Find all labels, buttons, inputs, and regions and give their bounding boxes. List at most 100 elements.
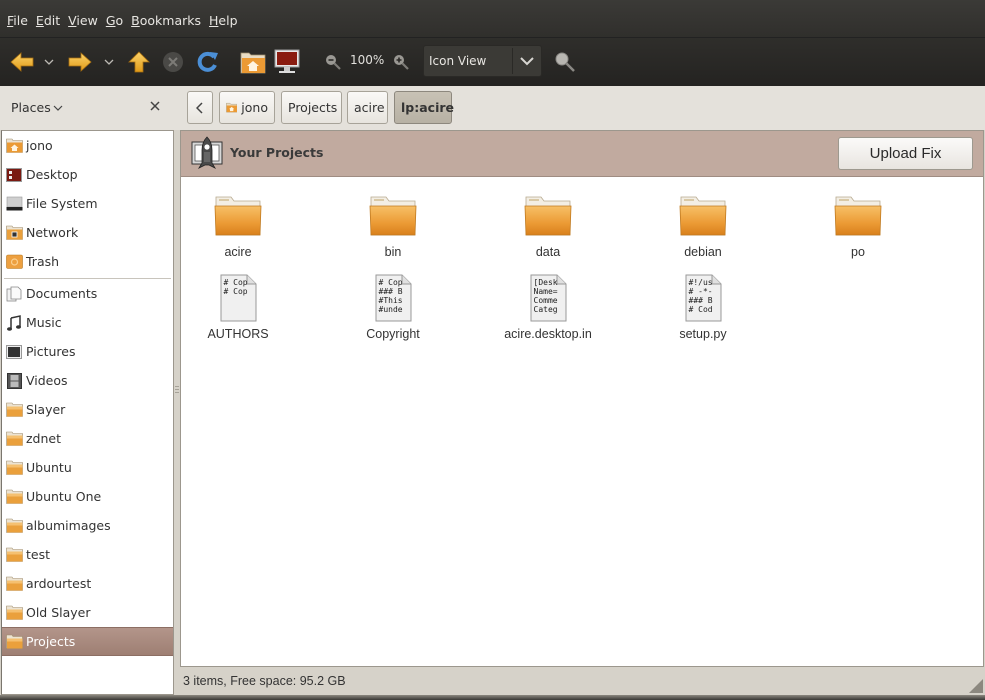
file-item[interactable]: #!/us # -*- ### B # Cod setup.py — [628, 274, 778, 341]
pane-resize-handle[interactable] — [175, 386, 179, 396]
breadcrumb-jono[interactable]: jono — [219, 91, 275, 124]
sidebar-item-projects[interactable]: Projects — [2, 627, 173, 656]
sidebar-item-trash[interactable]: Trash — [2, 247, 173, 276]
sidebar-header: Places — [0, 86, 178, 130]
folder-icon — [524, 195, 572, 240]
view-mode-select[interactable]: Icon View — [423, 45, 542, 77]
menu-go[interactable]: Go — [106, 13, 123, 28]
status-text: 3 items, Free space: 95.2 GB — [183, 674, 346, 688]
up-arrow-icon — [128, 51, 150, 73]
sidebar-item-slayer[interactable]: Slayer — [2, 395, 173, 424]
sidebar-item-ardourtest[interactable]: ardourtest — [2, 569, 173, 598]
sidebar-item-documents[interactable]: Documents — [2, 279, 173, 308]
sidebar-item-test[interactable]: test — [2, 540, 173, 569]
sidebar-item-label: File System — [26, 196, 98, 211]
sidebar-item-network[interactable]: Network — [2, 218, 173, 247]
sidebar-item-ubuntu[interactable]: Ubuntu — [2, 453, 173, 482]
zoom-out-icon — [326, 55, 341, 70]
file-item[interactable]: # Cop # Cop AUTHORS — [163, 274, 313, 341]
home-folder-icon — [240, 52, 266, 74]
breadcrumb: jono Projects acire lp:acire — [178, 86, 985, 130]
sidebar-item-music[interactable]: Music — [2, 308, 173, 337]
folder-item[interactable]: debian — [628, 195, 778, 259]
forward-button[interactable] — [66, 38, 94, 86]
sidebar-item-file-system[interactable]: File System — [2, 189, 173, 218]
folder-icon — [5, 546, 23, 564]
sidebar-item-label: ardourtest — [26, 576, 92, 591]
zoom-in-icon — [394, 55, 409, 70]
breadcrumb-projects[interactable]: Projects — [281, 91, 342, 124]
reload-button[interactable] — [195, 38, 221, 86]
sidebar-item-videos[interactable]: Videos — [2, 366, 173, 395]
sidebar-item-label: Projects — [26, 634, 76, 649]
breadcrumb-acire[interactable]: acire — [347, 91, 388, 124]
close-sidebar-button[interactable] — [150, 99, 160, 115]
search-icon — [555, 52, 575, 72]
upload-fix-button[interactable]: Upload Fix — [838, 137, 973, 170]
zoom-level[interactable]: 100% — [350, 53, 384, 67]
menu-edit[interactable]: Edit — [36, 13, 60, 28]
file-item[interactable]: [Desk Name= Comme Categ acire.desktop.in — [473, 274, 623, 341]
sidebar-item-label: Documents — [26, 286, 98, 301]
folder-item[interactable]: acire — [163, 195, 313, 259]
videos-icon — [5, 372, 23, 390]
menu-view[interactable]: View — [68, 13, 98, 28]
window-resize-grip[interactable] — [969, 679, 983, 693]
text-file-icon: #!/us # -*- ### B # Cod — [685, 274, 722, 322]
sidebar-item-label: zdnet — [26, 431, 62, 446]
zoom-in-button[interactable] — [391, 38, 411, 86]
file-view: Your Projects Upload Fix acire bin data deb… — [180, 130, 984, 667]
sidebar-item-label: Music — [26, 315, 62, 330]
sidebar-item-label: test — [26, 547, 51, 562]
folder-item[interactable]: po — [783, 195, 933, 259]
text-file-icon: [Desk Name= Comme Categ — [530, 274, 567, 322]
zoom-out-button[interactable] — [323, 38, 343, 86]
close-icon — [150, 101, 160, 111]
up-button[interactable] — [127, 38, 151, 86]
folder-icon — [5, 633, 23, 651]
file-preview-text: # Cop ### B #This #unde — [378, 278, 403, 314]
drive-icon — [5, 195, 23, 213]
folder-icon — [5, 488, 23, 506]
sidebar-item-label: Network — [26, 225, 79, 240]
sidebar-item-label: Ubuntu — [26, 460, 72, 475]
menu-help[interactable]: Help — [209, 13, 238, 28]
forward-history-dropdown[interactable] — [102, 38, 116, 86]
launchpad-rocket-icon — [191, 136, 223, 169]
view-mode-value: Icon View — [429, 54, 487, 68]
file-name: po — [851, 245, 865, 259]
sidebar-item-desktop[interactable]: Desktop — [2, 160, 173, 189]
stop-button[interactable] — [161, 38, 185, 86]
chevron-down-icon — [53, 105, 63, 111]
back-arrow-icon — [10, 52, 34, 72]
menu-bookmarks[interactable]: Bookmarks — [131, 13, 201, 28]
sidebar-item-pictures[interactable]: Pictures — [2, 337, 173, 366]
trash-icon — [5, 253, 23, 271]
sidebar-item-zdnet[interactable]: zdnet — [2, 424, 173, 453]
file-name: acire.desktop.in — [504, 327, 592, 341]
desktop-icon — [5, 166, 23, 184]
computer-button[interactable] — [273, 38, 301, 86]
breadcrumb-back-button[interactable] — [187, 91, 213, 124]
sidebar-item-label: Old Slayer — [26, 605, 91, 620]
file-item[interactable]: # Cop ### B #This #unde Copyright — [318, 274, 468, 341]
breadcrumb-lp-acire[interactable]: lp:acire — [394, 91, 454, 124]
forward-arrow-icon — [68, 52, 92, 72]
sidebar-item-albumimages[interactable]: albumimages — [2, 511, 173, 540]
menu-file[interactable]: File — [7, 13, 28, 28]
folder-icon — [369, 195, 417, 240]
chevron-down-icon — [513, 56, 541, 66]
back-history-dropdown[interactable] — [42, 38, 56, 86]
sidebar-item-ubuntu-one[interactable]: Ubuntu One — [2, 482, 173, 511]
sidebar-item-label: Trash — [26, 254, 60, 269]
search-button[interactable] — [553, 38, 577, 86]
sidebar-item-old-slayer[interactable]: Old Slayer — [2, 598, 173, 627]
sidebar-item-jono[interactable]: jono — [2, 131, 173, 160]
home-button[interactable] — [240, 38, 266, 86]
folder-item[interactable]: data — [473, 195, 623, 259]
back-button[interactable] — [8, 38, 36, 86]
file-preview-text: # Cop # Cop — [223, 278, 248, 296]
places-dropdown[interactable]: Places — [11, 100, 63, 115]
toolbar: 100% Icon View — [0, 38, 985, 86]
folder-item[interactable]: bin — [318, 195, 468, 259]
